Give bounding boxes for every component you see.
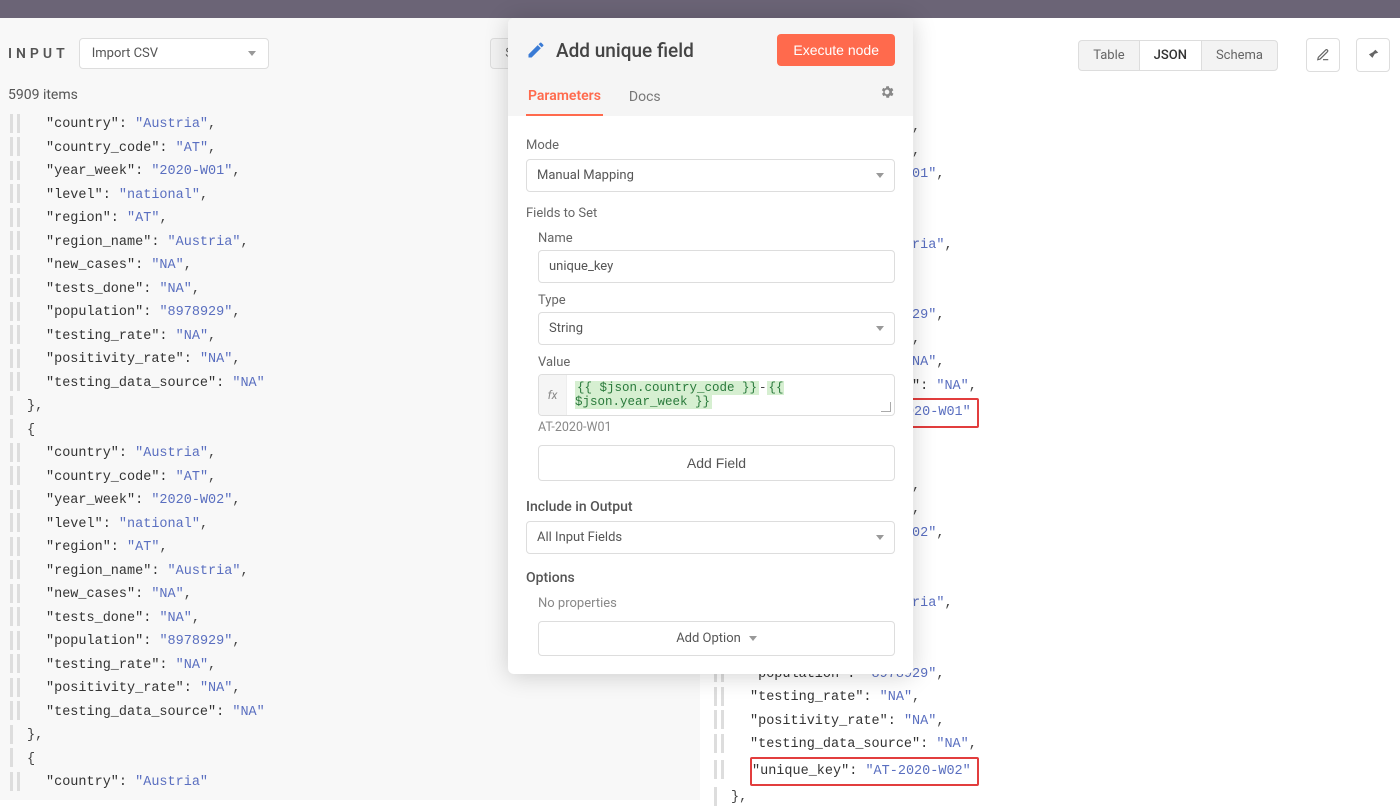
- resize-handle-icon[interactable]: [881, 402, 891, 412]
- mode-label: Mode: [526, 138, 895, 153]
- fx-icon: fx: [539, 375, 567, 415]
- include-label: Include in Output: [526, 499, 895, 515]
- value-label: Value: [538, 355, 895, 370]
- tab-table[interactable]: Table: [1079, 41, 1138, 70]
- fields-label: Fields to Set: [526, 206, 895, 221]
- tab-schema[interactable]: Schema: [1201, 41, 1277, 70]
- expr-part-1: {{ $json.country_code }}: [575, 381, 759, 395]
- chevron-down-icon: [248, 51, 256, 56]
- type-select[interactable]: String: [538, 312, 895, 345]
- gear-icon[interactable]: [879, 84, 895, 112]
- type-label: Type: [538, 293, 895, 308]
- execute-button[interactable]: Execute node: [777, 34, 895, 66]
- name-value: unique_key: [549, 259, 613, 274]
- mode-select[interactable]: Manual Mapping: [526, 159, 895, 192]
- input-title: INPUT: [8, 46, 69, 62]
- pencil-icon: [526, 40, 546, 60]
- tab-docs[interactable]: Docs: [627, 81, 663, 115]
- add-option-button[interactable]: Add Option: [538, 621, 895, 656]
- pin-icon[interactable]: [1356, 38, 1390, 72]
- input-source-value: Import CSV: [92, 46, 158, 61]
- tab-parameters[interactable]: Parameters: [526, 80, 603, 116]
- edit-icon[interactable]: [1306, 38, 1340, 72]
- chevron-down-icon: [876, 173, 884, 178]
- name-input[interactable]: unique_key: [538, 250, 895, 283]
- tab-json[interactable]: JSON: [1139, 41, 1201, 70]
- chevron-down-icon: [876, 326, 884, 331]
- add-field-button[interactable]: Add Field: [538, 445, 895, 481]
- input-source-select[interactable]: Import CSV: [79, 38, 269, 69]
- chevron-down-icon: [749, 636, 757, 641]
- node-dialog: Add unique field Execute node Parameters…: [508, 18, 913, 674]
- expr-sep: -: [759, 381, 767, 395]
- value-preview: AT-2020-W01: [538, 420, 895, 435]
- dialog-title: Add unique field: [556, 39, 767, 62]
- type-value: String: [549, 321, 583, 336]
- chevron-down-icon: [876, 535, 884, 540]
- value-expression-input[interactable]: fx {{ $json.country_code }}-{{ $json.yea…: [538, 374, 895, 416]
- include-select[interactable]: All Input Fields: [526, 521, 895, 554]
- app-topbar: [0, 0, 1400, 18]
- name-label: Name: [538, 231, 895, 246]
- include-value: All Input Fields: [537, 530, 622, 545]
- no-properties-text: No properties: [538, 596, 895, 611]
- add-option-label: Add Option: [676, 631, 741, 646]
- output-view-tabs: Table JSON Schema: [1078, 40, 1278, 71]
- mode-value: Manual Mapping: [537, 168, 634, 183]
- options-label: Options: [526, 570, 895, 586]
